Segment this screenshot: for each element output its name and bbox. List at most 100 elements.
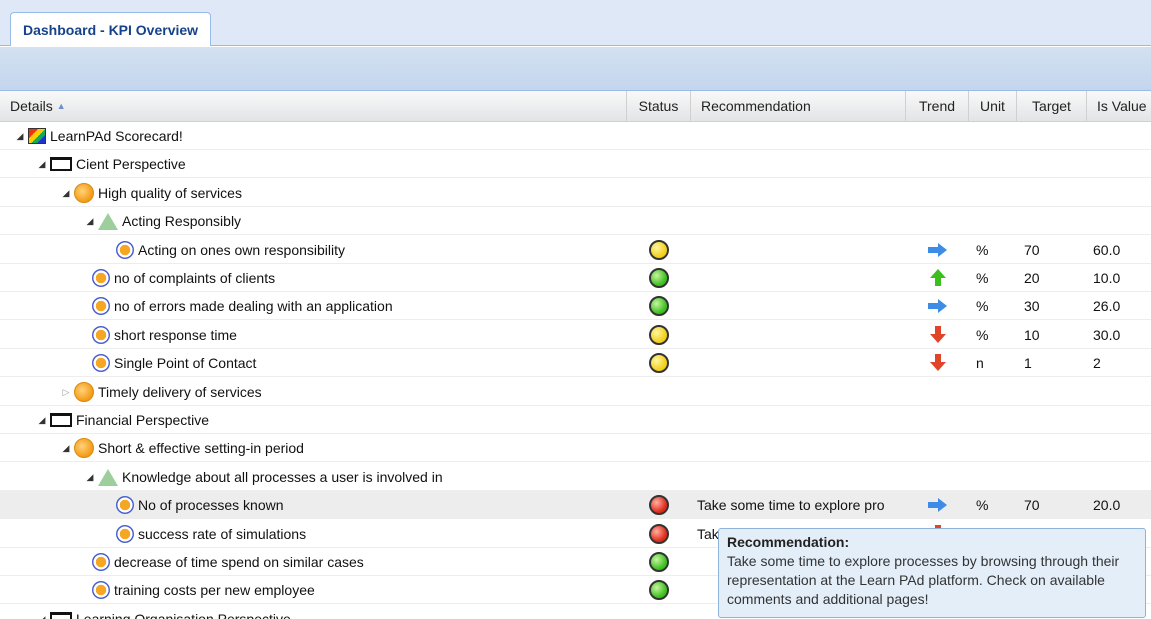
trend-down-arrow-icon [929,354,946,372]
recommendation-cell[interactable] [697,321,902,349]
expand-arrow-icon[interactable]: ▷ [60,387,72,398]
node-label: training costs per new employee [114,582,315,598]
collapse-arrow-icon[interactable]: ◢ [60,443,72,454]
status-cell [627,264,691,292]
tree-node-row[interactable]: ▷ Timely delivery of services [0,378,1151,406]
tree-node-row[interactable]: ◢ Financial Perspective [0,406,1151,434]
tree-cell: decrease of time spend on similar cases [92,548,364,576]
tree-node-row[interactable]: ◢ Acting Responsibly [0,207,1151,235]
kpi-row[interactable]: Acting on ones own responsibility% 70 60.0 [0,236,1151,264]
column-header-target[interactable]: Target [1017,91,1087,121]
unit-cell: % [976,327,989,343]
kpi-icon [92,269,110,287]
column-header-recommendation[interactable]: Recommendation [691,91,906,121]
column-header-details[interactable]: Details ▲ [0,91,627,121]
status-cell [627,292,691,320]
status-green-icon [649,580,669,600]
collapse-arrow-icon[interactable]: ◢ [84,216,96,227]
collapse-arrow-icon[interactable]: ◢ [36,614,48,619]
tree-node-row[interactable]: ◢ LearnPAd Scorecard! [0,122,1151,150]
recommendation-cell[interactable] [697,349,902,377]
target-cell: 20 [1024,270,1040,286]
tree-cell: ◢ Financial Perspective [36,406,210,434]
tree-cell: short response time [92,321,237,349]
node-label: Single Point of Contact [114,355,257,371]
is-value-cell: 10.0 [1093,270,1121,286]
kpi-row[interactable]: no of complaints of clients% 20 10.0 [0,264,1151,292]
kpi-icon [92,354,110,372]
recommendation-cell[interactable] [697,236,902,264]
tooltip-body: Take some time to explore processes by b… [727,553,1120,607]
is-value-cell: 2 [1093,355,1101,371]
sort-ascending-icon: ▲ [56,101,66,111]
collapse-arrow-icon[interactable]: ◢ [14,131,26,142]
column-header-unit[interactable]: Unit [969,91,1017,121]
kpi-icon [92,297,110,315]
tree-node-row[interactable]: ◢ Short & effective setting-in period [0,434,1151,462]
collapse-arrow-icon[interactable]: ◢ [36,159,48,170]
column-header-is-value[interactable]: Is Value [1087,91,1151,121]
node-label: High quality of services [98,185,242,201]
tree-node-row[interactable]: ◢ Cient Perspective [0,150,1151,178]
kpi-row[interactable]: short response time% 10 30.0 [0,321,1151,349]
tree-cell: success rate of simulations [116,520,306,548]
kpi-icon [92,553,110,571]
status-green-icon [649,552,669,572]
tree-node-row[interactable]: ◢ High quality of services [0,179,1151,207]
unit-cell: n [976,355,984,371]
tab-dashboard-kpi-overview[interactable]: Dashboard - KPI Overview [10,12,212,46]
tree-cell: ◢ Cient Perspective [36,150,186,178]
objective-icon [74,438,94,458]
status-yellow-icon [649,240,669,260]
recommendation-cell[interactable] [697,264,902,292]
trend-cell [906,321,969,349]
tree-cell: Acting on ones own responsibility [116,236,345,264]
kpi-icon [116,525,134,543]
tree-cell: no of complaints of clients [92,264,275,292]
column-header-trend[interactable]: Trend [906,91,969,121]
toolbar [0,47,1151,91]
status-cell [627,349,691,377]
recommendation-cell[interactable] [697,292,902,320]
status-yellow-icon [649,325,669,345]
collapse-arrow-icon[interactable]: ◢ [36,415,48,426]
tree-cell: training costs per new employee [92,576,315,604]
is-value-cell: 60.0 [1093,242,1121,258]
kpi-row[interactable]: no of errors made dealing with an applic… [0,292,1151,320]
trend-down-arrow-icon [929,326,946,344]
status-red-icon [649,524,669,544]
node-label: Knowledge about all processes a user is … [122,469,443,485]
trend-cell [906,264,969,292]
unit-cell: % [976,298,989,314]
status-cell [627,576,691,604]
recommendation-tooltip: Recommendation: Take some time to explor… [718,528,1146,618]
perspective-icon [50,157,72,171]
perspective-icon [50,413,72,427]
collapse-arrow-icon[interactable]: ◢ [60,188,72,199]
tree-cell: ◢ High quality of services [60,179,242,207]
node-label: no of complaints of clients [114,270,276,286]
csf-icon [98,212,118,230]
status-yellow-icon [649,353,669,373]
status-green-icon [649,296,669,316]
tree-cell: ◢ Short & effective setting-in period [60,434,304,462]
kpi-icon [92,581,110,599]
column-header-status[interactable]: Status [627,91,691,121]
objective-icon [74,382,94,402]
trend-cell [906,349,969,377]
kpi-row[interactable]: No of processes known Take some time to e… [0,491,1151,519]
node-label: Timely delivery of services [98,384,262,400]
target-cell: 10 [1024,327,1040,343]
collapse-arrow-icon[interactable]: ◢ [84,472,96,483]
tree-cell: ◢ LearnPAd Scorecard! [14,122,183,150]
csf-icon [98,468,118,486]
tree-cell: ◢ Acting Responsibly [84,207,241,235]
status-green-icon [649,268,669,288]
recommendation-cell[interactable]: Take some time to explore pro [697,491,902,519]
kpi-row[interactable]: Single Point of Contact n 1 2 [0,349,1151,377]
trend-right-arrow-icon [927,299,948,313]
node-label: LearnPAd Scorecard! [50,128,183,144]
trend-cell [906,292,969,320]
tree-node-row[interactable]: ◢ Knowledge about all processes a user is… [0,463,1151,491]
status-cell [627,321,691,349]
